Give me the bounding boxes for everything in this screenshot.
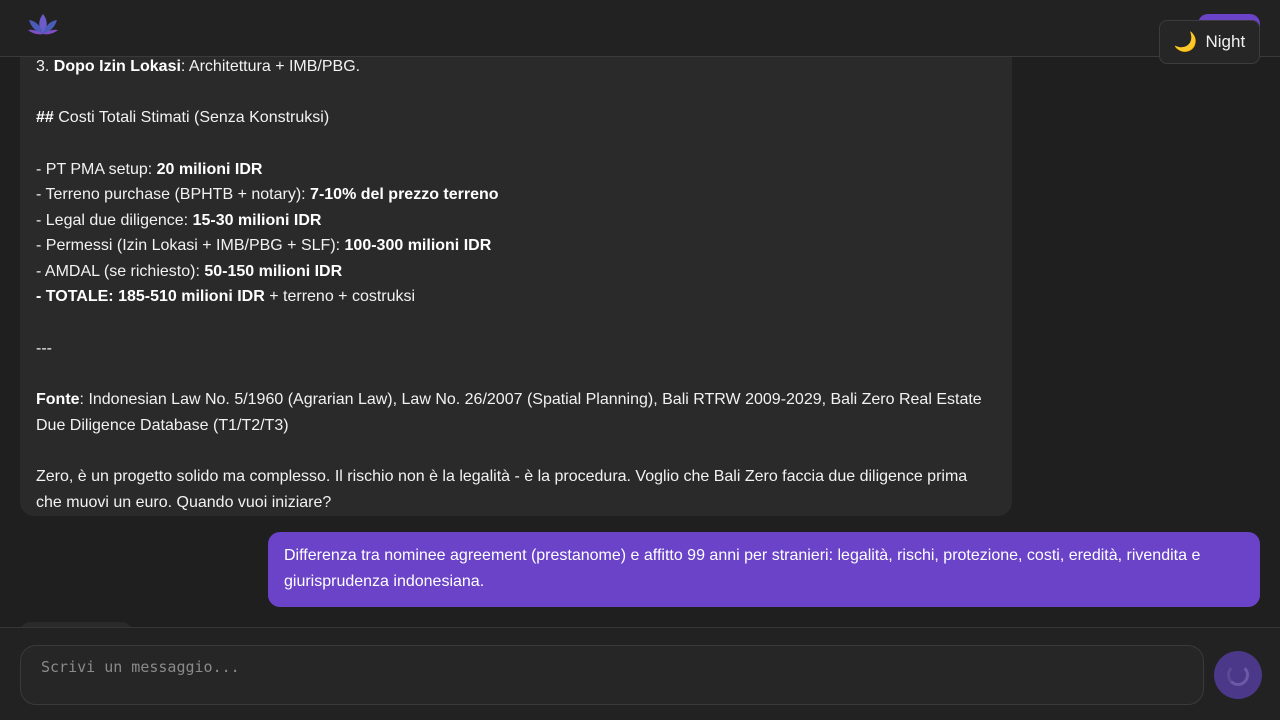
message-composer — [0, 627, 1280, 720]
moon-icon: 🌙 — [1173, 31, 1198, 53]
list-item: - TOTALE: 185-510 milioni IDR + terreno … — [36, 288, 416, 305]
assistant-message: 3. Dopo Izin Lokasi: Architettura + IMB/… — [20, 57, 1012, 516]
separator: --- — [36, 340, 52, 357]
list-item: - Terreno purchase (BPHTB + notary): 7-1… — [36, 186, 499, 203]
closing-paragraph: Zero, è un progetto solido ma complesso.… — [36, 468, 968, 511]
loading-spinner-icon — [1227, 664, 1249, 686]
theme-toggle-label: Night — [1205, 32, 1246, 51]
list-item: - Permessi (Izin Lokasi + IMB/PBG + SLF)… — [36, 237, 492, 254]
list-item: - AMDAL (se richiesto): 50-150 milioni I… — [36, 263, 343, 280]
top-bar — [0, 0, 1280, 57]
user-message: Differenza tra nominee agreement (presta… — [268, 532, 1260, 607]
section-heading: ## Costi Totali Stimati (Senza Konstruks… — [36, 109, 330, 126]
message-input[interactable] — [20, 645, 1204, 705]
list-item: - Legal due diligence: 15-30 milioni IDR — [36, 212, 322, 229]
lotus-logo-icon — [26, 10, 60, 40]
step-line: 3. Dopo Izin Lokasi: Architettura + IMB/… — [36, 58, 361, 75]
chat-messages: 3. Dopo Izin Lokasi: Architettura + IMB/… — [0, 57, 1280, 627]
list-item: - PT PMA setup: 20 milioni IDR — [36, 161, 263, 178]
send-button[interactable] — [1214, 651, 1262, 699]
theme-toggle-button[interactable]: 🌙 Night — [1159, 20, 1260, 64]
source-paragraph: Fonte: Indonesian Law No. 5/1960 (Agrari… — [36, 391, 982, 434]
